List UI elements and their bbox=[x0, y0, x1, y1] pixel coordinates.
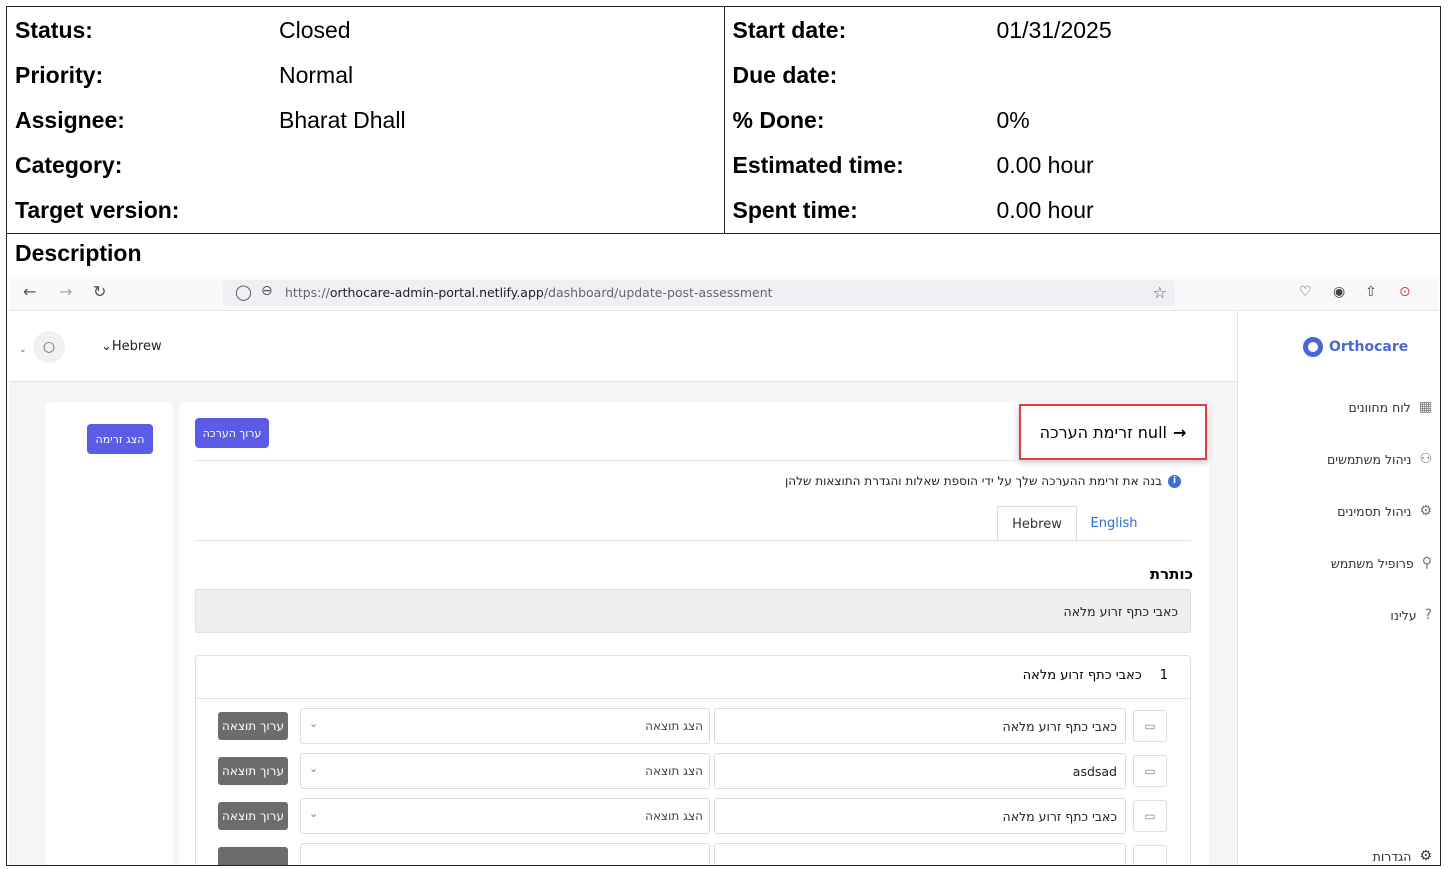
sidebar-item-settings[interactable]: ⚙ הגדרות bbox=[1373, 848, 1432, 864]
issue-attributes: Status: Closed Priority: Normal Assignee: B… bbox=[7, 7, 1440, 234]
show-flow-button[interactable]: הצג זרימה bbox=[87, 424, 153, 454]
gear-icon: ⚙ bbox=[1419, 503, 1432, 519]
attr-done: % Done: 0% bbox=[732, 107, 1030, 133]
attr-status: Status: Closed bbox=[15, 16, 351, 43]
lock-icon: ⊖ bbox=[261, 283, 273, 299]
tab-hebrew[interactable]: Hebrew bbox=[997, 506, 1077, 542]
forward-icon[interactable]: → bbox=[59, 282, 72, 301]
logo-icon bbox=[1303, 337, 1323, 357]
profile-icon: ⚲ bbox=[1421, 555, 1432, 571]
title-input[interactable]: כאבי כתף זרוע מלאה bbox=[195, 589, 1191, 633]
app-sidebar: Orthocare ▦ לוח מחוונים ⚇ ניהול משתמשים ⚙ נ… bbox=[1237, 311, 1439, 865]
attr-priority: Priority: Normal bbox=[15, 62, 354, 88]
answer-row-partial bbox=[196, 843, 1190, 865]
attr-assignee: Assignee: Bharat Dhall bbox=[15, 107, 406, 134]
question-card: 1 כאבי כתף זרוע מלאה ▭ כאבי כתף זרוע מלא… bbox=[195, 655, 1191, 865]
attr-target-version: Target version: bbox=[15, 197, 180, 223]
chevron-down-icon: ⌄ bbox=[309, 762, 319, 775]
reload-icon[interactable]: ↻ bbox=[93, 282, 106, 301]
embedded-screenshot: ← → ↻ ◯ ⊖ https://orthocare-admin-portal… bbox=[9, 276, 1439, 865]
browser-toolbar: ← → ↻ ◯ ⊖ https://orthocare-admin-portal… bbox=[9, 276, 1439, 311]
settings-icon: ⚙ bbox=[1419, 848, 1432, 864]
tabs-divider bbox=[195, 540, 1191, 541]
estimated-time-value: 0.00 hour bbox=[996, 152, 1094, 178]
attr-category: Category: bbox=[15, 152, 123, 178]
user-avatar[interactable]: ○ bbox=[33, 331, 65, 363]
pocket-icon[interactable]: ♡ bbox=[1299, 284, 1312, 300]
question-text: כאבי כתף זרוע מלאה bbox=[1022, 668, 1142, 683]
sidebar-item-profile[interactable]: ⚲ פרופיל משתמש bbox=[1331, 555, 1432, 571]
spent-time-value: 0.00 hour bbox=[996, 197, 1094, 223]
back-arrow-icon[interactable]: → bbox=[1173, 423, 1186, 442]
url-text: https://orthocare-admin-portal.netlify.a… bbox=[285, 285, 773, 300]
answer-row: ▭ כאבי כתף זרוע מלאה הצג תוצאה ⌄ ערוך תוצ… bbox=[196, 798, 1190, 834]
bookmark-star-icon[interactable]: ☆ bbox=[1153, 283, 1167, 302]
back-icon[interactable]: ← bbox=[23, 282, 36, 301]
edit-result-button[interactable]: ערוך תוצאה bbox=[218, 757, 288, 785]
language-selector[interactable]: ⌄Hebrew bbox=[101, 339, 162, 354]
description-heading: Description bbox=[15, 240, 142, 266]
question-number: 1 bbox=[1159, 668, 1168, 683]
tab-english[interactable]: English bbox=[1075, 506, 1153, 540]
info-message: i בנה את זרימת ההערכה שלך על ידי הוספת ש… bbox=[785, 474, 1181, 488]
chevron-down-icon[interactable]: ⌄ bbox=[19, 345, 27, 355]
chevron-down-icon: ⌄ bbox=[309, 717, 319, 730]
attributes-right-column: Start date: 01/31/2025 Due date: % Done: 0… bbox=[724, 7, 1440, 234]
help-icon: ? bbox=[1424, 607, 1432, 623]
edit-result-button[interactable]: ערוך תוצאה bbox=[218, 802, 288, 830]
image-icon[interactable]: ▭ bbox=[1133, 755, 1167, 787]
shield-icon: ◯ bbox=[235, 283, 252, 301]
start-date-value: 01/31/2025 bbox=[996, 16, 1112, 43]
sidebar-item-symptoms[interactable]: ⚙ ניהול תסמינים bbox=[1337, 503, 1432, 519]
image-icon[interactable] bbox=[1133, 845, 1167, 865]
edit-result-button[interactable]: ערוך תוצאה bbox=[218, 712, 288, 740]
answer-input[interactable]: כאבי כתף זרוע מלאה bbox=[714, 708, 1126, 744]
status-value: Closed bbox=[279, 16, 351, 43]
users-icon: ⚇ bbox=[1419, 451, 1432, 467]
share-icon[interactable]: ⇧ bbox=[1365, 284, 1377, 300]
result-select[interactable]: הצג תוצאה ⌄ bbox=[300, 798, 710, 834]
brand-logo[interactable]: Orthocare bbox=[1303, 337, 1408, 357]
edit-assessment-button[interactable]: ערוך הערכה bbox=[195, 418, 269, 448]
attr-due-date: Due date: bbox=[732, 62, 838, 88]
attr-start-date: Start date: 01/31/2025 bbox=[732, 16, 1112, 43]
assignee-value[interactable]: Bharat Dhall bbox=[279, 107, 406, 134]
chevron-down-icon: ⌄ bbox=[309, 807, 319, 820]
attributes-left-column: Status: Closed Priority: Normal Assignee: B… bbox=[7, 7, 725, 234]
done-value: 0% bbox=[996, 107, 1030, 133]
page-title: null זרימת הערכה bbox=[1039, 422, 1167, 442]
issue-details-frame: Status: Closed Priority: Normal Assignee: B… bbox=[6, 6, 1441, 866]
question-divider bbox=[196, 698, 1190, 699]
answer-row: ▭ כאבי כתף זרוע מלאה הצג תוצאה ⌄ ערוך תוצ… bbox=[196, 708, 1190, 744]
dashboard-icon: ▦ bbox=[1418, 399, 1432, 415]
result-select[interactable]: הצג תוצאה ⌄ bbox=[300, 708, 710, 744]
edit-result-button[interactable] bbox=[218, 847, 288, 865]
page-title-highlight: → null זרימת הערכה bbox=[1019, 404, 1207, 460]
app-header: ⌄ ○ ⌄Hebrew bbox=[9, 311, 1237, 382]
answer-input[interactable]: כאבי כתף זרוע מלאה bbox=[714, 798, 1126, 834]
info-icon: i bbox=[1168, 474, 1181, 488]
assessment-card: ערוך הערכה → null זרימת הערכה i בנה את ז… bbox=[179, 402, 1209, 865]
image-icon[interactable]: ▭ bbox=[1133, 710, 1167, 742]
flow-panel: הצג זרימה bbox=[45, 402, 173, 865]
account-icon[interactable]: ◉ bbox=[1333, 284, 1345, 300]
answer-input[interactable]: asdsad bbox=[714, 753, 1126, 789]
sidebar-item-dashboard[interactable]: ▦ לוח מחוונים bbox=[1349, 399, 1432, 415]
priority-value: Normal bbox=[279, 62, 354, 88]
answer-input[interactable] bbox=[714, 843, 1126, 865]
result-select[interactable]: הצג תוצאה ⌄ bbox=[300, 753, 710, 789]
sidebar-item-about[interactable]: ? עלינו bbox=[1390, 607, 1432, 623]
address-bar[interactable]: ◯ ⊖ https://orthocare-admin-portal.netli… bbox=[223, 280, 1175, 306]
attr-estimated-time: Estimated time: 0.00 hour bbox=[732, 152, 1094, 178]
attr-spent-time: Spent time: 0.00 hour bbox=[732, 197, 1094, 223]
result-select[interactable] bbox=[300, 843, 710, 865]
title-label: כותרת bbox=[1149, 565, 1193, 583]
question-header: 1 כאבי כתף זרוע מלאה bbox=[1023, 668, 1168, 683]
header-divider bbox=[195, 460, 1191, 461]
answer-row: ▭ asdsad הצג תוצאה ⌄ ערוך תוצאה bbox=[196, 753, 1190, 789]
image-icon[interactable]: ▭ bbox=[1133, 800, 1167, 832]
sidebar-item-users[interactable]: ⚇ ניהול משתמשים bbox=[1327, 451, 1432, 467]
screenshot-icon[interactable]: ⊙ bbox=[1399, 284, 1411, 300]
main-content: הצג זרימה ערוך הערכה → null זרימת הערכה … bbox=[9, 382, 1237, 865]
